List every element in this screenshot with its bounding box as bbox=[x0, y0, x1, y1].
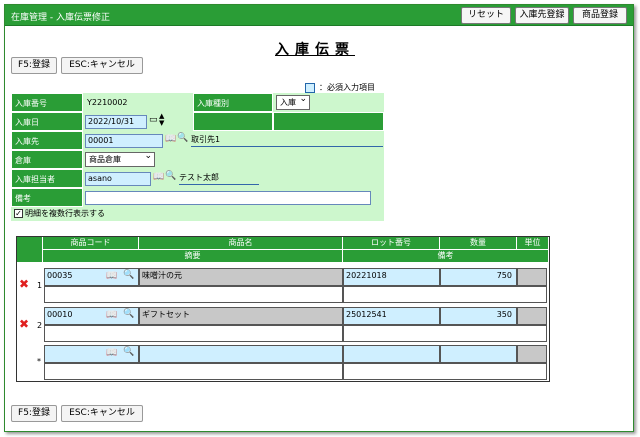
title-bar: 在庫管理 - 入庫伝票修正 リセット 入庫先登録 商品登録 bbox=[5, 5, 633, 26]
row-number: 2 bbox=[37, 321, 43, 330]
warehouse-label: 倉庫 bbox=[11, 150, 83, 169]
multirow-checkbox[interactable]: ✓ bbox=[14, 209, 23, 218]
cancel-button[interactable]: ESC:キャンセル bbox=[61, 57, 143, 74]
row-summary[interactable] bbox=[44, 286, 343, 303]
supplier-label: 入庫先 bbox=[11, 131, 83, 150]
new-row-marker: * bbox=[37, 357, 41, 366]
window-title: 在庫管理 - 入庫伝票修正 bbox=[11, 13, 110, 23]
date-field[interactable]: 2022/10/31 bbox=[85, 115, 147, 129]
col-summary: 摘要 bbox=[43, 250, 343, 263]
row-qty[interactable]: 350 bbox=[440, 307, 517, 325]
row-remarks[interactable] bbox=[343, 286, 547, 303]
row-product-code-text: 00010 bbox=[47, 310, 73, 319]
cancel-button-bottom[interactable]: ESC:キャンセル bbox=[61, 405, 143, 422]
row-product-name[interactable] bbox=[139, 345, 343, 363]
staff-label: 入庫担当者 bbox=[11, 169, 83, 188]
required-legend-text: ：必須入力項目 bbox=[319, 83, 375, 92]
product-register-button[interactable]: 商品登録 bbox=[573, 7, 627, 24]
col-product-name: 商品名 bbox=[139, 237, 343, 250]
grid-corner-header bbox=[17, 237, 43, 263]
row-lot-no[interactable]: 20221018 bbox=[343, 268, 440, 286]
row-number: 1 bbox=[37, 281, 43, 290]
memo-label: 備考 bbox=[11, 188, 83, 207]
kind-label: 入庫種別 bbox=[193, 93, 273, 112]
row-qty[interactable] bbox=[440, 345, 517, 363]
product-search-icon[interactable]: 🔍 bbox=[123, 347, 134, 358]
col-lot-no: ロット番号 bbox=[343, 237, 440, 250]
staff-book-lookup-icon[interactable]: 📖 bbox=[153, 172, 164, 183]
calendar-icon[interactable]: ▭ bbox=[149, 115, 158, 126]
save-button[interactable]: F5:登録 bbox=[11, 57, 57, 74]
warehouse-select[interactable]: 商品倉庫 bbox=[85, 150, 155, 167]
product-book-lookup-icon[interactable]: 📖 bbox=[106, 271, 117, 282]
multirow-label: 明細を複数行表示する bbox=[25, 209, 105, 218]
staff-code-field[interactable]: asano bbox=[85, 172, 151, 186]
row-unit bbox=[517, 307, 547, 325]
product-book-lookup-icon[interactable]: 📖 bbox=[106, 348, 117, 359]
row-product-name: 味噌汁の元 bbox=[139, 268, 343, 286]
app-window: 在庫管理 - 入庫伝票修正 リセット 入庫先登録 商品登録 入庫伝票 F5:登録… bbox=[4, 4, 634, 432]
row-remarks[interactable] bbox=[343, 363, 547, 380]
row-product-code-text: 00035 bbox=[47, 271, 73, 280]
row-lot-no[interactable] bbox=[343, 345, 440, 363]
date-blank-label bbox=[193, 112, 273, 131]
row-unit bbox=[517, 268, 547, 286]
search-icon[interactable]: 🔍 bbox=[177, 133, 188, 144]
required-legend: ：必須入力項目 bbox=[305, 82, 375, 93]
reset-button[interactable]: リセット bbox=[461, 7, 511, 24]
row-product-name: ギフトセット bbox=[139, 307, 343, 325]
row-qty[interactable]: 750 bbox=[440, 268, 517, 286]
supplier-register-button[interactable]: 入庫先登録 bbox=[515, 7, 569, 24]
col-remarks: 備考 bbox=[343, 250, 549, 263]
delete-row-icon[interactable]: ✖ bbox=[19, 277, 29, 291]
supplier-name-text: 取引先1 bbox=[191, 134, 383, 147]
staff-name-text: テスト太郎 bbox=[179, 172, 259, 185]
date-spin-icon[interactable]: ▲ ▼ bbox=[159, 113, 164, 127]
date-blank-cell bbox=[273, 112, 384, 131]
date-label: 入庫日 bbox=[11, 112, 83, 131]
supplier-code-field[interactable]: 00001 bbox=[85, 134, 163, 148]
required-color-swatch bbox=[305, 82, 315, 93]
page-title: 入庫伝票 bbox=[275, 42, 355, 58]
save-button-bottom[interactable]: F5:登録 bbox=[11, 405, 57, 422]
row-remarks[interactable] bbox=[343, 325, 547, 342]
book-lookup-icon[interactable]: 📖 bbox=[165, 134, 176, 145]
row-lot-no[interactable]: 25012541 bbox=[343, 307, 440, 325]
staff-search-icon[interactable]: 🔍 bbox=[165, 171, 176, 182]
product-search-icon[interactable]: 🔍 bbox=[123, 309, 134, 320]
col-qty: 数量 bbox=[440, 237, 517, 250]
row-summary[interactable] bbox=[44, 363, 343, 380]
kind-select[interactable]: 入庫 bbox=[276, 93, 310, 110]
row-unit bbox=[517, 345, 547, 363]
col-unit: 単位 bbox=[517, 237, 549, 250]
row-summary[interactable] bbox=[44, 325, 343, 342]
product-book-lookup-icon[interactable]: 📖 bbox=[106, 310, 117, 321]
memo-field[interactable] bbox=[85, 191, 371, 205]
voucher-no-label: 入庫番号 bbox=[11, 93, 83, 112]
detail-grid: 商品コード 商品名 ロット番号 数量 単位 摘要 備考 ✖ 1 00035 📖 … bbox=[16, 236, 550, 382]
col-product-code: 商品コード bbox=[43, 237, 139, 250]
delete-row-icon[interactable]: ✖ bbox=[19, 317, 29, 331]
voucher-no-value: Y2210002 bbox=[87, 98, 128, 107]
product-search-icon[interactable]: 🔍 bbox=[123, 270, 134, 281]
